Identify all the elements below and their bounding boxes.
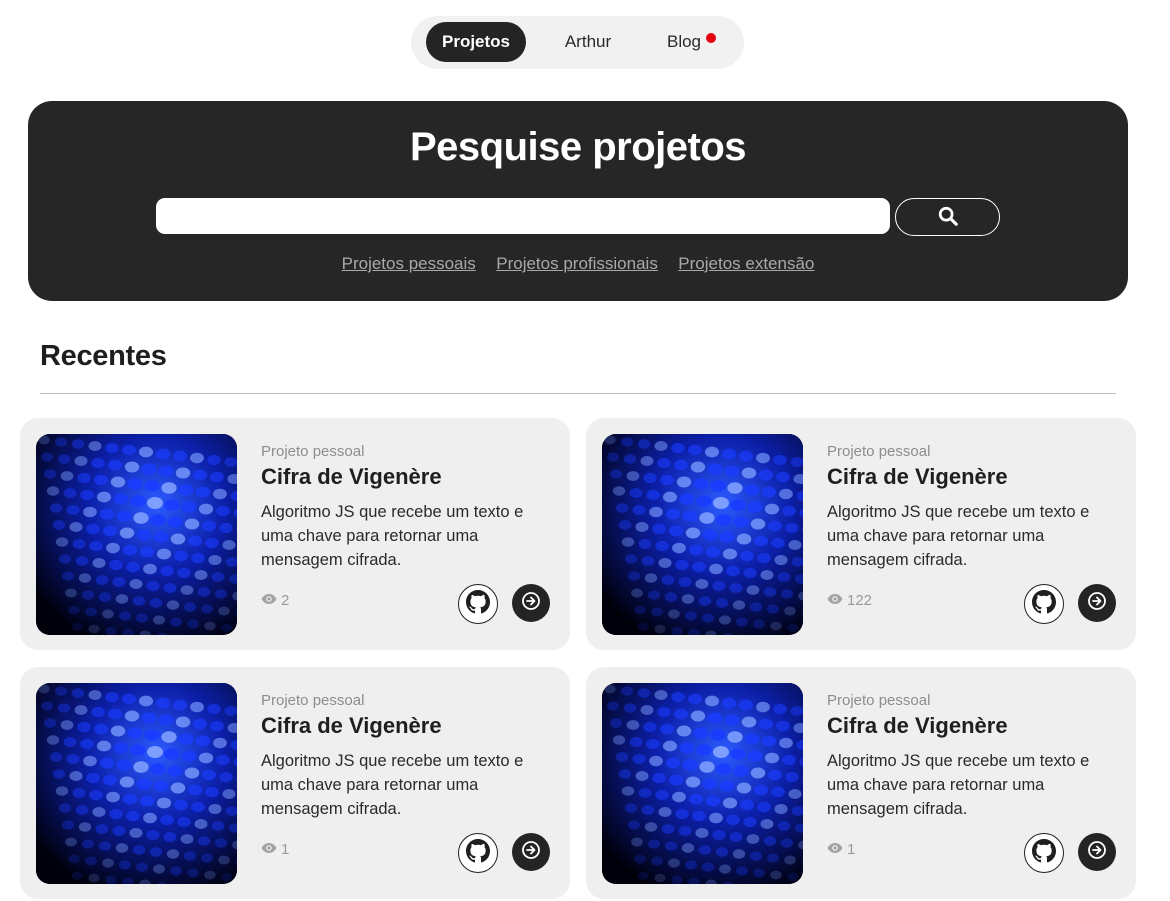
view-count: 2 bbox=[261, 592, 289, 609]
open-project-button[interactable] bbox=[512, 584, 550, 622]
category-links: Projetos pessoais Projetos profissionais… bbox=[28, 254, 1128, 274]
github-icon bbox=[1032, 589, 1056, 619]
github-icon bbox=[466, 838, 490, 868]
project-category: Projeto pessoal bbox=[261, 443, 365, 460]
project-category: Projeto pessoal bbox=[827, 692, 931, 709]
view-count-value: 1 bbox=[847, 841, 856, 858]
project-thumbnail bbox=[36, 434, 237, 635]
eye-icon bbox=[827, 592, 843, 609]
view-count: 1 bbox=[827, 841, 855, 858]
eye-icon bbox=[261, 841, 277, 858]
github-button[interactable] bbox=[458, 833, 498, 873]
search-icon bbox=[937, 205, 959, 230]
view-count-value: 1 bbox=[281, 841, 290, 858]
github-button[interactable] bbox=[1024, 833, 1064, 873]
open-project-button[interactable] bbox=[1078, 584, 1116, 622]
open-project-button[interactable] bbox=[512, 833, 550, 871]
project-category: Projeto pessoal bbox=[261, 692, 365, 709]
view-count-value: 122 bbox=[847, 592, 873, 609]
link-projetos-profissionais[interactable]: Projetos profissionais bbox=[496, 254, 658, 274]
nav-item-projetos[interactable]: Projetos bbox=[426, 22, 526, 62]
project-category: Projeto pessoal bbox=[827, 443, 931, 460]
project-card[interactable]: Projeto pessoal Cifra de Vigenère Algori… bbox=[586, 667, 1136, 899]
arrow-right-icon bbox=[1087, 591, 1107, 616]
project-card[interactable]: Projeto pessoal Cifra de Vigenère Algori… bbox=[20, 667, 570, 899]
project-thumbnail bbox=[602, 683, 803, 884]
search-button[interactable] bbox=[895, 198, 1000, 236]
search-hero: Pesquise projetos Projetos pessoais Proj… bbox=[28, 101, 1128, 301]
search-input[interactable] bbox=[156, 198, 890, 234]
divider bbox=[40, 393, 1116, 394]
arrow-right-icon bbox=[521, 591, 541, 616]
github-icon bbox=[466, 589, 490, 619]
hero-title: Pesquise projetos bbox=[409, 125, 747, 169]
view-count: 122 bbox=[827, 592, 872, 609]
section-title: Recentes bbox=[40, 340, 167, 372]
project-thumbnail bbox=[36, 683, 237, 884]
github-icon bbox=[1032, 838, 1056, 868]
arrow-right-icon bbox=[1087, 840, 1107, 865]
arrow-right-icon bbox=[521, 840, 541, 865]
project-description: Algoritmo JS que recebe um texto e uma c… bbox=[261, 752, 524, 818]
nav-item-arthur[interactable]: Arthur bbox=[544, 22, 632, 62]
project-title[interactable]: Cifra de Vigenère bbox=[261, 464, 442, 490]
notification-dot bbox=[706, 33, 716, 43]
open-project-button[interactable] bbox=[1078, 833, 1116, 871]
eye-icon bbox=[827, 841, 843, 858]
eye-icon bbox=[261, 592, 277, 609]
link-projetos-extensao[interactable]: Projetos extensão bbox=[678, 254, 814, 274]
project-title[interactable]: Cifra de Vigenère bbox=[261, 713, 442, 739]
project-description: Algoritmo JS que recebe um texto e uma c… bbox=[827, 752, 1090, 818]
project-title[interactable]: Cifra de Vigenère bbox=[827, 464, 1008, 490]
project-description: Algoritmo JS que recebe um texto e uma c… bbox=[827, 503, 1090, 569]
project-description: Algoritmo JS que recebe um texto e uma c… bbox=[261, 503, 524, 569]
project-thumbnail bbox=[602, 434, 803, 635]
github-button[interactable] bbox=[458, 584, 498, 624]
project-card[interactable]: Projeto pessoal Cifra de Vigenère Algori… bbox=[586, 418, 1136, 650]
view-count: 1 bbox=[261, 841, 289, 858]
project-card[interactable]: Projeto pessoal Cifra de Vigenère Algori… bbox=[20, 418, 570, 650]
view-count-value: 2 bbox=[281, 592, 290, 609]
github-button[interactable] bbox=[1024, 584, 1064, 624]
top-nav: Projetos Arthur Blog bbox=[411, 16, 744, 69]
link-projetos-pessoais[interactable]: Projetos pessoais bbox=[342, 254, 476, 274]
project-title[interactable]: Cifra de Vigenère bbox=[827, 713, 1008, 739]
